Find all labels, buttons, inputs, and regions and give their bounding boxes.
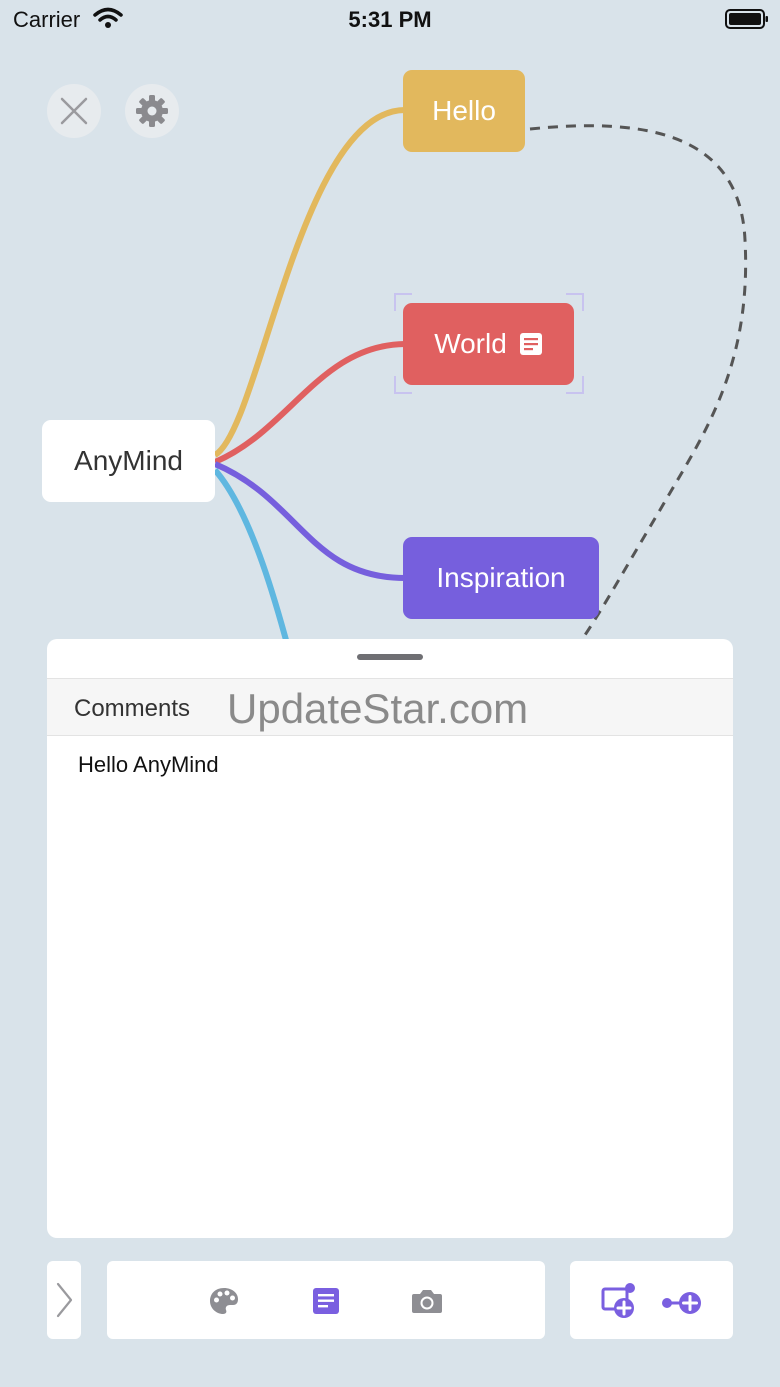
camera-button[interactable]	[408, 1284, 446, 1318]
node-world-label: World	[434, 328, 507, 359]
gear-icon	[136, 95, 168, 127]
expand-toolbar-button[interactable]	[47, 1261, 81, 1339]
palette-icon	[210, 1288, 238, 1314]
branch-hello	[213, 107, 406, 458]
root-node[interactable]: AnyMind	[42, 420, 215, 502]
settings-button[interactable]	[125, 84, 179, 138]
watermark: UpdateStar.com	[227, 685, 529, 732]
style-button[interactable]	[205, 1284, 243, 1318]
node-toolbar	[570, 1261, 733, 1339]
clock: 5:31 PM	[348, 7, 432, 32]
root-node-label: AnyMind	[74, 445, 183, 476]
close-button[interactable]	[47, 84, 101, 138]
note-icon	[519, 333, 542, 355]
chevron-right-icon	[56, 1282, 73, 1318]
note-icon	[313, 1288, 339, 1314]
add-sibling-node-button[interactable]	[660, 1281, 706, 1321]
add-child-node-icon	[601, 1283, 635, 1318]
notes-button[interactable]	[307, 1284, 345, 1318]
node-inspiration-label: Inspiration	[436, 562, 566, 593]
comments-title: Comments	[74, 695, 191, 722]
node-world[interactable]: World	[403, 303, 574, 385]
branch-hidden	[212, 468, 289, 640]
comments-sheet: Comments UpdateStar.com Hello AnyMind	[47, 639, 733, 1238]
node-hello[interactable]: Hello	[403, 70, 525, 152]
status-bar: Carrier 5:31 PM	[0, 0, 780, 40]
node-hello-label: Hello	[432, 95, 496, 126]
add-sibling-node-icon	[662, 1292, 701, 1314]
comment-textarea[interactable]: Hello AnyMind	[78, 752, 219, 778]
mindmap-connectors	[212, 107, 748, 640]
node-inspiration[interactable]: Inspiration	[403, 537, 599, 619]
close-icon	[60, 97, 88, 125]
comments-header: Comments UpdateStar.com	[47, 678, 733, 736]
add-child-node-button[interactable]	[600, 1280, 640, 1320]
format-toolbar	[107, 1261, 545, 1339]
battery-icon	[725, 9, 768, 29]
camera-icon	[412, 1290, 442, 1313]
mindmap-canvas[interactable]: AnyMind Hello World Inspiration	[0, 40, 780, 640]
sheet-grabber[interactable]	[357, 654, 423, 660]
